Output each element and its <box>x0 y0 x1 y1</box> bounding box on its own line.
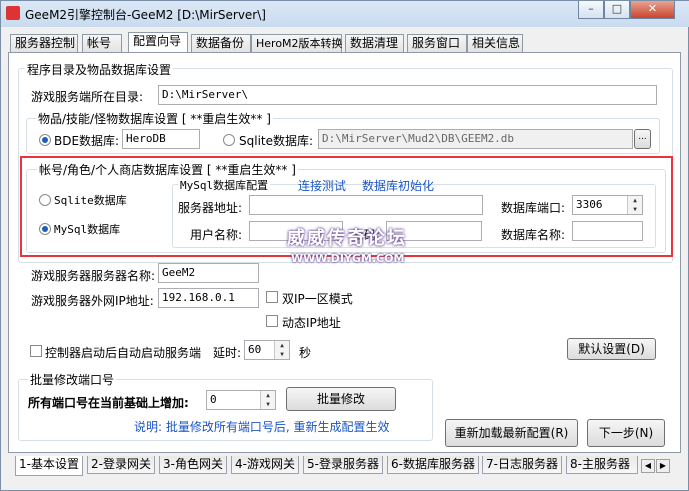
delay-unit: 秒 <box>299 346 312 360</box>
spin-up-icon: ▲ <box>266 392 270 399</box>
watermark-text: 威威传奇论坛 <box>287 228 407 249</box>
tab-role-gate[interactable]: 3-角色网关 <box>159 456 227 474</box>
delay-input[interactable]: 60 ▲ ▼ <box>244 340 290 360</box>
port-increase-label: 所有端口号在当前基础上增加: <box>28 396 189 410</box>
watermark-url: WWW.DIYGM.COM <box>291 252 405 265</box>
reload-config-button[interactable]: 重新加载最新配置(R) <box>445 419 578 447</box>
server-name-input[interactable]: GeeM2 <box>158 263 259 283</box>
port-increase-value: 0 <box>210 393 217 406</box>
bde-input[interactable]: HeroDB <box>122 129 200 149</box>
tab-login-gate[interactable]: 2-登录网关 <box>87 456 155 474</box>
default-settings-button[interactable]: 默认设置(D) <box>567 338 656 360</box>
tab-game-gate[interactable]: 4-游戏网关 <box>231 456 299 474</box>
main-window: GeeM2引擎控制台-GeeM2 [D:\MirServer\] – □ ✕ 服… <box>0 0 689 491</box>
tab-log-server[interactable]: 7-日志服务器 <box>482 456 562 474</box>
auto-start-label: 控制器启动后自动启动服务端 <box>45 346 202 360</box>
dir-group-title: 程序目录及物品数据库设置 <box>25 61 174 78</box>
close-button[interactable]: ✕ <box>630 1 675 19</box>
sqlite-radio[interactable] <box>223 134 235 146</box>
delay-label: 延时: <box>213 346 242 360</box>
port-increase-spinner[interactable]: ▲ ▼ <box>260 391 275 409</box>
auto-start-checkbox[interactable] <box>30 345 42 357</box>
browse-button[interactable]: ... <box>634 129 651 149</box>
bde-radio[interactable] <box>39 134 51 146</box>
maximize-button[interactable]: □ <box>604 1 630 19</box>
tab-service-window[interactable]: 服务窗口 <box>407 34 467 52</box>
app-icon <box>6 6 20 20</box>
scroll-left-icon[interactable]: ◀ <box>641 459 655 473</box>
tab-login-server[interactable]: 5-登录服务器 <box>303 456 383 474</box>
sqlite-path-input[interactable]: D:\MirServer\Mud2\DB\GEEM2.db <box>318 129 633 149</box>
batch-modify-button[interactable]: 批量修改 <box>286 387 396 411</box>
tab-main-server[interactable]: 8-主服务器 <box>566 456 638 474</box>
dual-ip-label: 双IP一区模式 <box>282 292 353 306</box>
tab-db-server[interactable]: 6-数据库服务器 <box>387 456 479 474</box>
spin-down-icon: ▼ <box>266 401 270 408</box>
port-increase-input[interactable]: 0 ▲ ▼ <box>206 390 276 410</box>
bde-label: BDE数据库: <box>54 134 120 148</box>
sqlite-label: Sqlite数据库: <box>239 134 314 148</box>
item-db-title: 物品/技能/怪物数据库设置 [ **重启生效** ] <box>36 110 273 127</box>
scroll-right-icon[interactable]: ▶ <box>656 459 670 473</box>
server-dir-input[interactable]: D:\MirServer\ <box>158 85 657 105</box>
delay-spinner[interactable]: ▲ ▼ <box>274 341 289 359</box>
spin-down-icon: ▼ <box>280 351 284 358</box>
tab-data-clean[interactable]: 数据清理 <box>345 34 404 52</box>
title-bar[interactable]: GeeM2引擎控制台-GeeM2 [D:\MirServer\] – □ ✕ <box>1 1 689 27</box>
server-ip-input[interactable]: 192.168.0.1 <box>158 288 259 308</box>
tab-related-info[interactable]: 相关信息 <box>467 34 523 52</box>
server-dir-label: 游戏服务端所在目录: <box>31 90 144 104</box>
delay-value: 60 <box>248 343 262 356</box>
dual-ip-checkbox[interactable] <box>266 291 278 303</box>
batch-port-title: 批量修改端口号 <box>28 371 117 388</box>
tab-basic-settings[interactable]: 1-基本设置 <box>15 456 83 476</box>
next-step-button[interactable]: 下一步(N) <box>587 419 665 447</box>
server-name-label: 游戏服务器服务器名称: <box>31 269 156 283</box>
tab-herom2-convert[interactable]: HeroM2版本转换 <box>251 34 343 52</box>
tab-config-wizard[interactable]: 配置向导 <box>128 32 188 52</box>
dynamic-ip-label: 动态IP地址 <box>282 316 341 330</box>
tab-data-backup[interactable]: 数据备份 <box>191 34 251 52</box>
spin-up-icon: ▲ <box>280 342 284 349</box>
batch-note: 说明: 批量修改所有端口号后, 重新生成配置生效 <box>134 420 390 434</box>
server-ip-label: 游戏服务器外网IP地址: <box>31 294 154 308</box>
minimize-button[interactable]: – <box>578 1 604 19</box>
tab-server-control[interactable]: 服务器控制 <box>10 34 78 52</box>
tab-account[interactable]: 帐号 <box>82 34 122 52</box>
dynamic-ip-checkbox[interactable] <box>266 315 278 327</box>
window-title: GeeM2引擎控制台-GeeM2 [D:\MirServer\] <box>25 8 266 22</box>
